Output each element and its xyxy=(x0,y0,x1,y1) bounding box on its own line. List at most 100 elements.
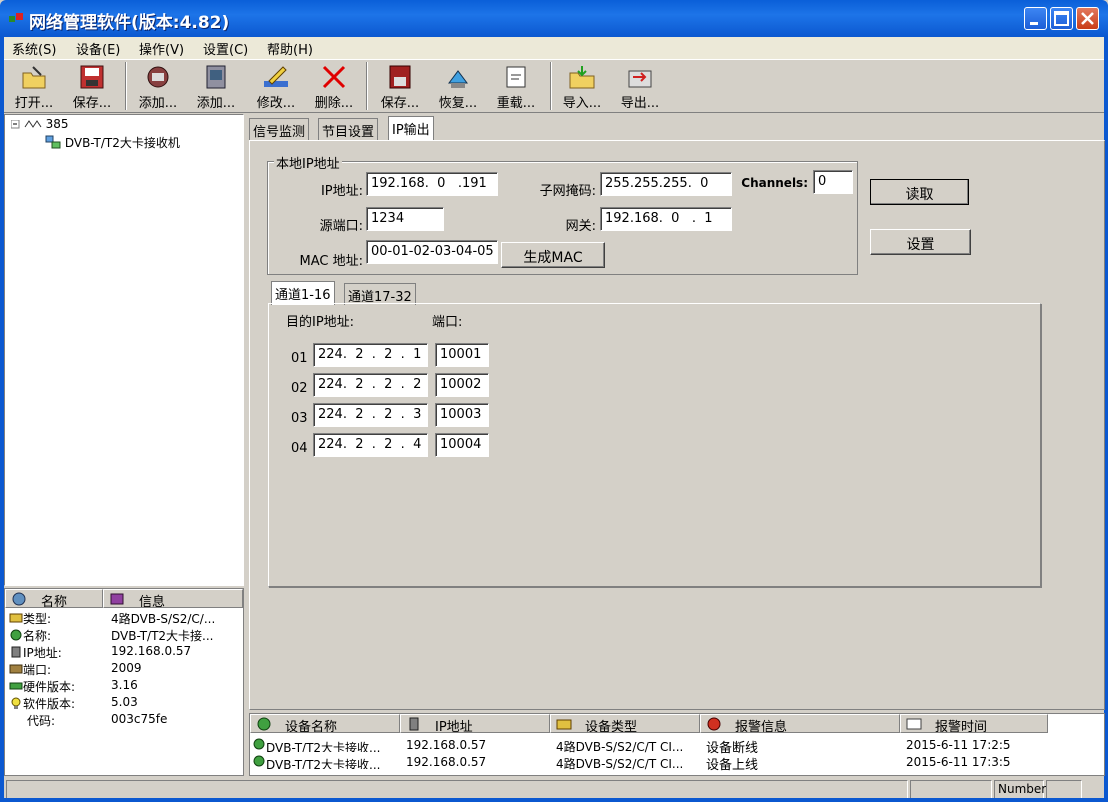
tree-item-receiver[interactable]: DVB-T/T2大卡接收机 xyxy=(45,134,180,151)
save-config-label: 保存... xyxy=(72,96,112,111)
prop-value: 3.16 xyxy=(111,678,138,692)
source-port-label: 源端口: xyxy=(319,219,363,234)
tree-root[interactable]: 385 xyxy=(10,117,69,131)
add-device-label: 添加... xyxy=(138,96,178,111)
alarm-header-device-type[interactable]: 设备类型 xyxy=(550,714,700,733)
close-icon xyxy=(1081,12,1094,25)
menu-system[interactable]: 系统(S) xyxy=(12,39,56,58)
device-type-icon xyxy=(556,719,572,730)
alarm-device-name: DVB-T/T2大卡接收... xyxy=(266,741,381,752)
channels-input[interactable]: 0 xyxy=(813,170,853,194)
minimize-button[interactable] xyxy=(1024,7,1047,30)
prop-key: 软件版本: xyxy=(23,697,76,711)
add-device-button[interactable]: 添加... xyxy=(130,62,186,112)
save-disk-icon xyxy=(80,65,104,89)
toolbar: 打开... 保存... 添加... 添加... 修改... 删除... 保存..… xyxy=(4,59,1104,113)
local-ip-input[interactable]: 192.168. 0 .191 xyxy=(366,172,498,196)
save-config-button[interactable]: 保存... xyxy=(64,62,120,112)
prop-key: 硬件版本: xyxy=(23,680,76,694)
prop-key: 端口: xyxy=(23,663,52,677)
network-app-icon xyxy=(9,13,23,22)
alarm-header-alarm-info[interactable]: 报警信息 xyxy=(700,714,900,733)
channel-port-input[interactable]: 10001 xyxy=(435,343,489,367)
channel-dest-ip-input[interactable]: 224. 2 . 2 . 4 xyxy=(313,433,428,457)
channel-number: 03 xyxy=(291,411,308,426)
device-tree[interactable]: 385 DVB-T/T2大卡接收机 xyxy=(4,114,244,586)
open-label: 打开... xyxy=(14,96,54,111)
tab-signal-monitor[interactable]: 信号监测 xyxy=(249,118,310,140)
channel-number: 02 xyxy=(291,381,308,396)
source-port-input[interactable]: 1234 xyxy=(366,207,444,231)
clock-icon xyxy=(906,718,922,730)
tab-program-settings[interactable]: 节目设置 xyxy=(318,118,379,140)
toolbar-separator xyxy=(550,62,552,110)
prop-value: 4路DVB-S/S2/C/... xyxy=(111,612,216,626)
alarm-header-ip[interactable]: IP地址 xyxy=(400,714,550,733)
tab-ip-output[interactable]: IP输出 xyxy=(388,116,434,140)
ip-address-icon xyxy=(409,717,419,731)
restore-icon xyxy=(448,70,468,88)
restore-button[interactable]: 恢复... xyxy=(430,62,486,112)
menu-help[interactable]: 帮助(H) xyxy=(267,39,313,58)
save-params-label: 保存... xyxy=(380,96,420,111)
alarm-row[interactable]: DVB-T/T2大卡接收... 192.168.0.57 4路DVB-S/S2/… xyxy=(250,754,1104,773)
device-node-icon xyxy=(45,135,61,149)
tab-channels-17-32[interactable]: 通道17-32 xyxy=(344,283,416,305)
alarm-header-device-name[interactable]: 设备名称 xyxy=(250,714,400,733)
delete-button[interactable]: 删除... xyxy=(306,62,362,112)
alarm-header-alarm-time[interactable]: 报警时间 xyxy=(900,714,1048,733)
port-icon xyxy=(9,664,23,674)
prop-key: 代码: xyxy=(27,714,56,728)
menu-settings[interactable]: 设置(C) xyxy=(203,39,248,58)
toolbar-separator xyxy=(366,62,368,110)
modify-button[interactable]: 修改... xyxy=(248,62,304,112)
alarm-time: 2015-6-11 17:2:5 xyxy=(906,738,1011,752)
generate-mac-button[interactable]: 生成MAC xyxy=(501,242,605,268)
status-pane-extra xyxy=(1046,780,1082,799)
export-button[interactable]: 导出... xyxy=(612,62,668,112)
reload-icon xyxy=(506,66,526,88)
maximize-button[interactable] xyxy=(1050,7,1073,30)
ip-icon xyxy=(11,646,21,658)
close-button[interactable] xyxy=(1076,7,1099,30)
alarm-ip: 192.168.0.57 xyxy=(406,738,487,752)
channel-port-input[interactable]: 10003 xyxy=(435,403,489,427)
mac-address-input[interactable]: 00-01-02-03-04-05 xyxy=(366,240,498,264)
modify-label: 修改... xyxy=(256,96,296,111)
channel-dest-ip-input[interactable]: 224. 2 . 2 . 3 xyxy=(313,403,428,427)
port-header-label: 端口: xyxy=(432,315,463,330)
read-button[interactable]: 读取 xyxy=(870,179,969,205)
channel-dest-ip-input[interactable]: 224. 2 . 2 . 2 xyxy=(313,373,428,397)
channel-dest-ip-input[interactable]: 224. 2 . 2 . 1 xyxy=(313,343,428,367)
menu-device[interactable]: 设备(E) xyxy=(76,39,120,58)
channel-port-input[interactable]: 10004 xyxy=(435,433,489,457)
dest-ip-label: 目的IP地址: xyxy=(286,315,355,330)
alarm-row[interactable]: DVB-T/T2大卡接收... 192.168.0.57 4路DVB-S/S2/… xyxy=(250,737,1104,756)
ip-label: IP地址: xyxy=(320,184,363,199)
local-ip-group-title: 本地IP地址 xyxy=(274,153,342,172)
save-params-button[interactable]: 保存... xyxy=(372,62,428,112)
import-button[interactable]: 导入... xyxy=(554,62,610,112)
props-header-info[interactable]: 信息 xyxy=(103,589,243,608)
add-group-button[interactable]: 添加... xyxy=(188,62,244,112)
prop-row-name: 名称: DVB-T/T2大卡接... xyxy=(7,627,243,644)
alarm-time: 2015-6-11 17:3:5 xyxy=(906,755,1011,769)
channel-port-input[interactable]: 10002 xyxy=(435,373,489,397)
prop-row-hw-version: 硬件版本: 3.16 xyxy=(7,678,243,695)
name-header-icon xyxy=(12,592,26,606)
reload-button[interactable]: 重载... xyxy=(488,62,544,112)
status-bar: Number xyxy=(4,779,1104,800)
modify-pencil-icon xyxy=(264,66,288,87)
menu-operate[interactable]: 操作(V) xyxy=(139,39,184,58)
props-header-name[interactable]: 名称 xyxy=(5,589,103,608)
type-icon xyxy=(9,613,23,623)
delete-label: 删除... xyxy=(314,96,354,111)
tab-channels-1-16[interactable]: 通道1-16 xyxy=(271,281,335,305)
subnet-mask-input[interactable]: 255.255.255. 0 xyxy=(600,172,732,196)
name-icon xyxy=(10,629,22,641)
open-button[interactable]: 打开... xyxy=(6,62,62,112)
minimize-icon xyxy=(1030,22,1038,25)
gateway-input[interactable]: 192.168. 0 . 1 xyxy=(600,207,732,231)
set-button[interactable]: 设置 xyxy=(870,229,971,255)
alarm-list[interactable]: 设备名称 IP地址 设备类型 报警信息 报警时间 DVB-T/T2大卡接收...… xyxy=(249,713,1105,776)
